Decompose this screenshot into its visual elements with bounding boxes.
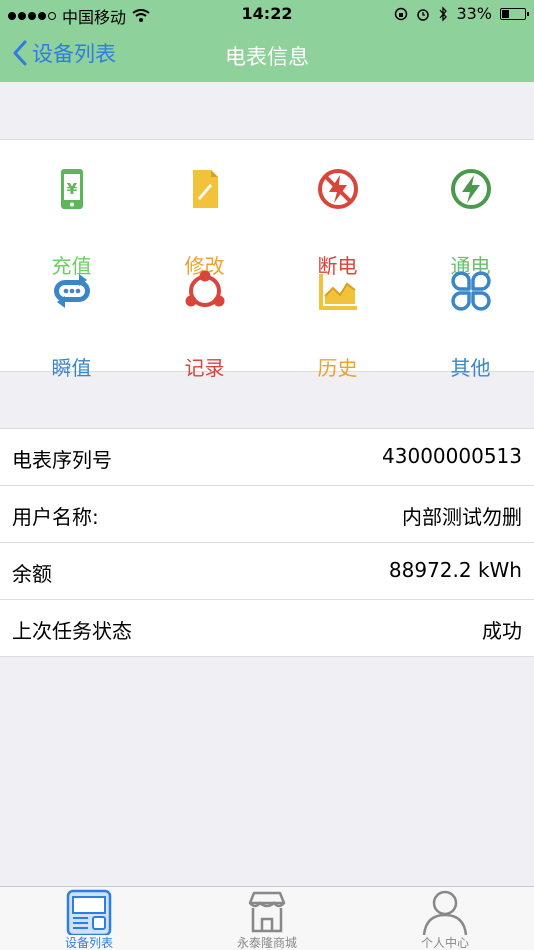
power-off-button[interactable]: 断电 <box>271 168 404 278</box>
records-button[interactable]: 记录 <box>138 270 271 380</box>
modify-button[interactable]: 修改 <box>138 168 271 278</box>
edit-document-icon <box>193 170 218 208</box>
person-icon <box>422 890 468 935</box>
history-button[interactable]: 历史 <box>271 270 404 380</box>
phone-yuan-icon: ¥ <box>61 169 83 209</box>
recharge-button[interactable]: ¥ 充值 <box>5 168 138 278</box>
alarm-icon <box>417 8 430 21</box>
rotation-lock-icon <box>395 7 408 20</box>
info-key: 电表序列号 <box>12 448 112 472</box>
bluetooth-icon <box>439 5 448 22</box>
info-value: 43000000513 <box>382 444 522 468</box>
info-value: 88972.2 kWh <box>388 558 522 582</box>
info-row-balance: 余额 88972.2 kWh <box>0 543 534 600</box>
store-icon <box>248 891 286 933</box>
tab-bar: 设备列表 永泰隆商城 个人中心 <box>0 886 534 950</box>
tab-label: 设备列表 <box>64 936 113 950</box>
history-label: 历史 <box>317 356 358 380</box>
info-key: 余额 <box>12 562 52 586</box>
meter-info-list: 电表序列号 43000000513 用户名称: 内部测试勿删 余额 88972.… <box>0 428 534 657</box>
info-key: 用户名称: <box>12 505 99 529</box>
more-label: 其他 <box>450 356 491 380</box>
power-on-button[interactable]: 通电 <box>404 168 534 278</box>
tab-device-list[interactable]: 设备列表 <box>0 887 178 950</box>
power-off-icon <box>318 169 358 209</box>
action-grid: ¥ 充值 修改 断电 通电 瞬值 记录 历史 其他 <box>0 139 534 380</box>
status-bar: 中国移动 14:22 33% <box>0 0 534 28</box>
more-clover-icon <box>451 271 491 311</box>
info-row-user: 用户名称: 内部测试勿删 <box>0 486 534 543</box>
info-row-serial: 电表序列号 43000000513 <box>0 429 534 486</box>
tab-label: 个人中心 <box>420 936 469 950</box>
history-chart-icon <box>319 274 357 310</box>
realtime-label: 瞬值 <box>51 356 92 380</box>
tab-label: 永泰隆商城 <box>236 936 297 950</box>
battery-percent: 33% <box>456 4 492 23</box>
tab-profile[interactable]: 个人中心 <box>356 887 534 950</box>
realtime-loop-icon <box>54 274 90 308</box>
info-row-last-task: 上次任务状态 成功 <box>0 600 534 657</box>
tab-store[interactable]: 永泰隆商城 <box>178 887 356 950</box>
nav-bar: 设备列表 电表信息 <box>0 28 534 82</box>
info-value: 内部测试勿删 <box>402 505 522 529</box>
status-right: 33% <box>394 4 529 23</box>
info-value: 成功 <box>482 619 522 643</box>
power-on-icon <box>451 169 491 209</box>
page-title: 电表信息 <box>225 45 309 69</box>
records-label: 记录 <box>184 356 225 380</box>
info-key: 上次任务状态 <box>12 619 132 643</box>
battery-icon <box>500 7 529 20</box>
more-button[interactable]: 其他 <box>404 270 534 380</box>
records-icon <box>185 270 225 307</box>
device-list-icon <box>66 889 112 935</box>
svg-text:¥: ¥ <box>67 180 78 198</box>
realtime-button[interactable]: 瞬值 <box>5 270 138 380</box>
